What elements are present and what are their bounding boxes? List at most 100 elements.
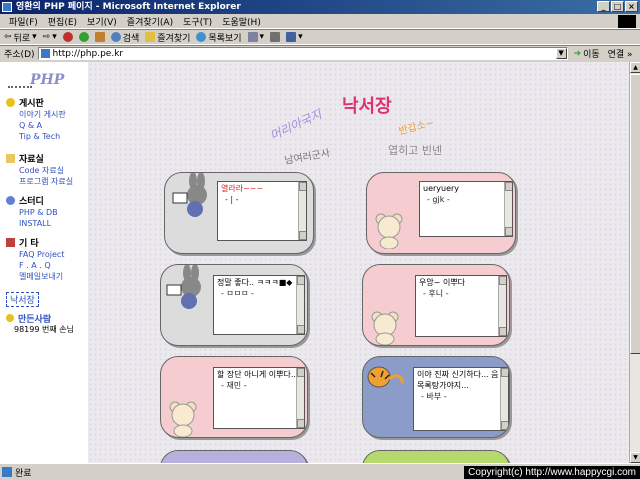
bear-icon — [371, 311, 399, 345]
scroll-thumb[interactable] — [630, 74, 640, 354]
sidebar: PHP 게시판 이야기 게시판 Q & A Tip & Tech 자료실 Cod… — [0, 62, 88, 463]
link-faq-project[interactable]: FAQ Project — [19, 249, 64, 260]
section-etc: 기 타 FAQ Project F . A . Q 멜메일보내기 — [6, 236, 64, 282]
refresh-button[interactable] — [78, 32, 89, 42]
guestbook-card: 이야 진짜 신기하다... 음 목록탕가야지... - 바부 - — [362, 356, 510, 438]
scroll-down-icon[interactable]: ▼ — [630, 452, 640, 463]
bulb-icon — [6, 314, 14, 322]
link-send-mail[interactable]: 멜메일보내기 — [19, 271, 64, 282]
search-button[interactable]: 검색 — [110, 31, 139, 44]
section-study: 스터디 PHP & DB INSTALL — [6, 194, 58, 229]
mail-button[interactable]: ▾ — [247, 32, 264, 42]
message-scrollbar[interactable] — [504, 182, 512, 236]
history-icon — [196, 32, 207, 42]
guestbook-card: 열라라~~~ - | - — [164, 172, 314, 254]
message-scrollbar[interactable] — [498, 276, 506, 336]
guestbook-card: 할 장단 아니게 이뿌다.. - 재민 - — [160, 356, 308, 438]
address-input[interactable]: http://php.pe.kr ▼ — [37, 47, 568, 60]
close-button[interactable]: × — [625, 1, 638, 12]
message-box[interactable]: 우앙~ 이뿌다 - 후니 - — [415, 275, 507, 337]
window-title: 영환의 PHP 페이지 - Microsoft Internet Explore… — [16, 2, 241, 12]
guestbook-card: 정말 좋다.. ㅋㅋㅋ■◆ - ㅁㅁㅁ - — [160, 264, 308, 346]
page-icon — [40, 49, 50, 58]
guestbook-content: 머리아국지 낙서장 남여러군사 반갑소~ 엽히고 빈넨 열라라~~~ - | - — [88, 62, 629, 463]
menu-tools[interactable]: 도구(T) — [178, 15, 217, 28]
link-program-archive[interactable]: 프로그램 자료실 — [19, 176, 73, 187]
back-arrow-icon: ⇦ — [4, 32, 12, 42]
windows-logo-icon — [618, 15, 636, 28]
go-arrow-icon: ➔ — [573, 48, 582, 59]
history-button[interactable]: 목록보기 — [196, 31, 242, 44]
maximize-button[interactable]: □ — [611, 1, 624, 12]
message-scrollbar[interactable] — [296, 368, 304, 428]
print-button[interactable] — [270, 32, 281, 42]
tiger-icon — [367, 366, 405, 388]
message-box[interactable]: 할 장단 아니게 이뿌다.. - 재민 - — [213, 367, 305, 429]
guestbook-link[interactable]: 낙서장 — [6, 292, 39, 307]
forward-button[interactable]: ⇨ ▾ — [43, 32, 57, 42]
stop-icon — [62, 32, 73, 42]
copyright-banner: Copyright(c) http://www.happycgi.com — [464, 466, 640, 479]
header-title: 낙서장 — [342, 96, 392, 117]
edit-button[interactable]: ▾ — [286, 32, 303, 42]
message-box[interactable]: 정말 좋다.. ㅋㅋㅋ■◆ - ㅁㅁㅁ - — [213, 275, 305, 335]
php-logo[interactable]: PHP — [8, 72, 78, 92]
menu-edit[interactable]: 편집(E) — [43, 15, 82, 28]
refresh-icon — [78, 32, 89, 42]
page-viewport: PHP 게시판 이야기 게시판 Q & A Tip & Tech 자료실 Cod… — [0, 62, 629, 463]
bear-icon — [375, 213, 403, 249]
back-button[interactable]: ⇦ 뒤로 ▾ — [4, 31, 37, 44]
scroll-up-icon[interactable]: ▲ — [630, 62, 640, 73]
page-status-icon — [2, 467, 12, 477]
address-url: http://php.pe.kr — [52, 48, 124, 59]
link-code-archive[interactable]: Code 자료실 — [19, 165, 73, 176]
links-button[interactable]: 연결 » — [608, 47, 633, 60]
status-text: 완료 — [15, 468, 32, 479]
guestbook-card: ueryuery - gjk - — [366, 172, 516, 254]
menu-favorites[interactable]: 즐겨찾기(A) — [122, 15, 178, 28]
page-scrollbar[interactable]: ▲ ▼ — [629, 62, 640, 463]
message-box[interactable]: 열라라~~~ - | - — [217, 181, 307, 241]
menu-view[interactable]: 보기(V) — [82, 15, 122, 28]
favorites-button[interactable]: 즐겨찾기 — [145, 31, 190, 44]
search-icon — [110, 32, 121, 42]
minimize-button[interactable]: _ — [597, 1, 610, 12]
section-archive: 자료실 Code 자료실 프로그램 자료실 — [6, 152, 73, 187]
message-scrollbar[interactable] — [296, 276, 304, 334]
link-install[interactable]: INSTALL — [19, 218, 58, 229]
stop-button[interactable] — [62, 32, 73, 42]
link-story-board[interactable]: 이야기 게시판 — [19, 109, 66, 120]
link-tip-tech[interactable]: Tip & Tech — [19, 131, 66, 142]
message-box[interactable]: 이야 진짜 신기하다... 음 목록탕가야지... - 바부 - — [413, 367, 509, 431]
message-scrollbar[interactable] — [298, 182, 306, 240]
link-faq[interactable]: F . A . Q — [19, 260, 64, 271]
home-button[interactable] — [94, 32, 105, 42]
guestbook-card: 우앙~ 이뿌다 - 후니 - — [362, 264, 510, 346]
toolbar: ⇦ 뒤로 ▾ ⇨ ▾ 검색 즐겨찾기 목록보기 ▾ ▾ — [0, 29, 640, 45]
guestbook-card — [160, 450, 308, 463]
go-button[interactable]: ➔ 이동 — [573, 47, 600, 61]
forward-arrow-icon: ⇨ — [42, 32, 51, 42]
mail-icon — [247, 32, 258, 42]
visitor-count: 98199 번째 손님 — [14, 325, 74, 334]
rabbit-icon — [166, 265, 201, 309]
address-dropdown-icon[interactable]: ▼ — [555, 48, 567, 59]
menu-help[interactable]: 도움말(H) — [217, 15, 266, 28]
folder-icon — [6, 154, 15, 163]
message-box[interactable]: ueryuery - gjk - — [419, 181, 513, 237]
edit-icon — [286, 32, 297, 42]
link-php-db[interactable]: PHP & DB — [19, 207, 58, 218]
favorites-icon — [145, 32, 156, 42]
rabbit-icon — [172, 173, 207, 217]
ie-icon — [2, 2, 12, 12]
study-icon — [6, 196, 15, 205]
link-qna[interactable]: Q & A — [19, 120, 66, 131]
menu-file[interactable]: 파일(F) — [4, 15, 43, 28]
header-art: 머리아국지 낙서장 남여러군사 반갑소~ 엽히고 빈넨 — [268, 88, 458, 167]
pencil-icon — [6, 98, 15, 107]
message-scrollbar[interactable] — [500, 368, 508, 430]
address-label: 주소(D) — [4, 50, 35, 60]
print-icon — [270, 32, 281, 42]
etc-icon — [6, 238, 15, 247]
window-titlebar: 영환의 PHP 페이지 - Microsoft Internet Explore… — [0, 0, 640, 14]
